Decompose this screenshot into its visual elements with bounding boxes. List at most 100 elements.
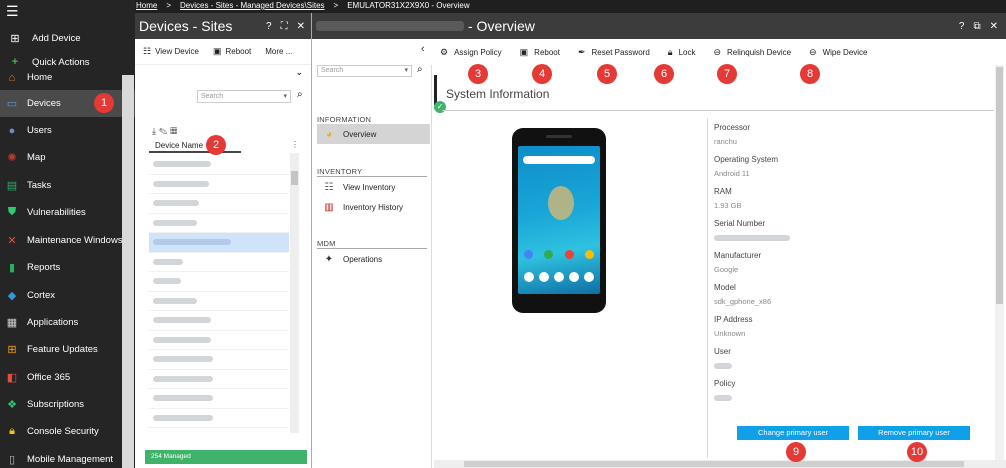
download-icon[interactable]: ⤓ <box>152 126 159 136</box>
help-icon[interactable]: ? <box>959 21 965 32</box>
sidebar-scrollbar[interactable] <box>122 75 134 468</box>
pie-chart-icon: ◕ <box>325 128 333 140</box>
sidebar-item-office-365[interactable]: ◧ Office 365 <box>0 364 135 391</box>
table-row[interactable] <box>149 175 289 194</box>
restore-icon[interactable]: ⧉ <box>973 21 980 32</box>
assign-policy-button[interactable]: ⚙ Assign Policy <box>440 47 502 58</box>
sidebar-item-subscriptions[interactable]: ❖ Subscriptions <box>0 391 135 418</box>
sidebar-search-input[interactable]: Search ▾ <box>317 65 412 77</box>
change-primary-user-button[interactable]: Change primary user <box>737 426 849 440</box>
scrollbar-thumb[interactable] <box>291 171 298 185</box>
property-value: Unknown <box>714 329 746 338</box>
redacted-device-name <box>153 297 197 304</box>
sidebar-item-inventory-history[interactable]: ▥ Inventory History <box>317 197 430 217</box>
dropdown-arrow-icon[interactable]: ▾ <box>283 91 287 102</box>
chevron-down-icon[interactable]: ⌄ <box>295 67 303 78</box>
app-icon <box>564 250 574 259</box>
history-icon: ▥ <box>324 201 334 213</box>
sidebar-item-overview[interactable]: ◕ Overview <box>317 124 430 144</box>
table-row[interactable] <box>149 214 289 233</box>
sidebar-item-cortex[interactable]: ◆ Cortex <box>0 282 135 309</box>
hamburger-menu-icon[interactable]: ☰ <box>6 4 22 20</box>
sidebar-nav: ☰ ⊞ Add Device + Quick Actions ⌂ Home ▭ … <box>0 0 135 468</box>
close-icon[interactable]: ✕ <box>990 21 998 32</box>
windows-icon: ⊞ <box>7 344 17 356</box>
table-row[interactable] <box>149 389 289 409</box>
expand-icon[interactable]: ⛶ <box>281 21 288 32</box>
table-row-selected[interactable] <box>149 233 289 253</box>
search-icon[interactable]: ⌕ <box>297 89 303 100</box>
sidebar-item-users[interactable]: ● Users <box>0 117 135 144</box>
property-label: Serial Number <box>714 219 766 228</box>
more-button[interactable]: More ... <box>265 47 292 56</box>
sidebar-item-reports[interactable]: ▮ Reports <box>0 254 135 281</box>
phone-speaker <box>546 135 572 138</box>
sidebar-item-view-inventory[interactable]: ☷ View Inventory <box>317 177 430 197</box>
relinquish-device-button[interactable]: ⊖ Relinquish Device <box>713 47 791 58</box>
device-list-scrollbar[interactable] <box>290 153 299 433</box>
sidebar-item-console-security[interactable]: 🔒︎ Console Security <box>0 418 135 445</box>
table-row[interactable] <box>149 155 289 175</box>
sidebar-item-map[interactable]: ✺ Map <box>0 144 135 171</box>
device-name-column-header[interactable]: Device Name <box>149 138 241 153</box>
sidebar-item-devices[interactable]: ▭ Devices <box>0 90 135 117</box>
breadcrumb-devices-sites[interactable]: Devices - Sites - Managed Devices\Sites <box>180 1 325 10</box>
table-row[interactable] <box>149 370 289 389</box>
column-menu-icon[interactable]: ⋮ <box>291 140 299 149</box>
table-row[interactable] <box>149 409 289 428</box>
collapse-left-icon[interactable]: ‹ <box>421 43 425 55</box>
reset-password-button[interactable]: ✒ Reset Password <box>578 47 650 58</box>
table-row[interactable] <box>149 253 289 272</box>
shield-icon: ⛊ <box>7 206 17 218</box>
close-icon[interactable]: ✕ <box>297 21 305 32</box>
sidebar-item-vulnerabilities[interactable]: ⛊ Vulnerabilities <box>0 199 135 226</box>
callout-badge: 5 <box>597 64 617 84</box>
table-row[interactable] <box>149 272 289 292</box>
view-device-button[interactable]: ☷ View Device <box>143 46 199 57</box>
gear-icon: ⚙ <box>440 46 449 57</box>
applications-icon: ▦ <box>6 317 18 329</box>
table-row[interactable] <box>149 292 289 311</box>
sidebar-item-mobile-management[interactable]: ▯ Mobile Management <box>0 446 135 468</box>
device-search-input[interactable]: Search ▾ <box>197 90 291 103</box>
lock-button[interactable]: 🔒︎ Lock <box>668 47 696 58</box>
breadcrumb-home[interactable]: Home <box>136 1 157 10</box>
overview-scrollbar[interactable] <box>995 65 1004 460</box>
edit-icon[interactable]: ✎ <box>159 126 170 136</box>
callout-badge: 4 <box>532 64 552 84</box>
search-icon[interactable]: ⌕ <box>417 64 423 75</box>
wipe-device-button[interactable]: ⊖ Wipe Device <box>809 47 867 58</box>
property-label: Policy <box>714 379 736 388</box>
scrollbar-thumb[interactable] <box>996 67 1003 304</box>
reboot-device-button[interactable]: ▣ Reboot <box>520 47 560 58</box>
devices-panel-title: Devices - Sites <box>139 18 233 34</box>
help-icon[interactable]: ? <box>266 21 272 32</box>
android-icon: ✦ <box>324 253 334 265</box>
office-icon: ◧ <box>6 372 18 384</box>
export-icon[interactable]: ▦ <box>170 126 180 136</box>
table-row[interactable] <box>149 194 289 214</box>
section-mdm: MDM <box>317 239 336 248</box>
dropdown-arrow-icon[interactable]: ▾ <box>404 66 408 76</box>
sidebar-item-home[interactable]: ⌂ Home <box>0 64 135 91</box>
scrollbar-thumb[interactable] <box>464 461 964 467</box>
property-value: Google <box>714 265 739 274</box>
sidebar-item-label: Home <box>27 72 53 83</box>
home-icon: ⌂ <box>8 71 16 84</box>
table-row[interactable] <box>149 331 289 350</box>
property-label: Model <box>714 283 736 292</box>
sidebar-item-feature-updates[interactable]: ⊞ Feature Updates <box>0 336 135 363</box>
sidebar-item-operations[interactable]: ✦ Operations <box>317 249 430 269</box>
property-value: ranchu <box>714 137 737 146</box>
table-row[interactable] <box>149 311 289 331</box>
sidebar-item-tasks[interactable]: ▤ Tasks <box>0 172 135 199</box>
sidebar-item-maintenance-windows[interactable]: ✕ Maintenance Windows <box>0 227 135 254</box>
reboot-button[interactable]: ▣ Reboot <box>213 46 251 57</box>
table-row[interactable] <box>149 350 289 370</box>
add-device-button[interactable]: ⊞ Add Device <box>0 28 135 48</box>
remove-primary-user-button[interactable]: Remove primary user <box>858 426 970 440</box>
sidebar-item-label: Maintenance Windows <box>27 235 123 246</box>
pen-icon: ✒ <box>577 46 586 57</box>
sidebar-item-applications[interactable]: ▦ Applications <box>0 309 135 336</box>
lock-icon: 🔒︎ <box>9 425 15 437</box>
